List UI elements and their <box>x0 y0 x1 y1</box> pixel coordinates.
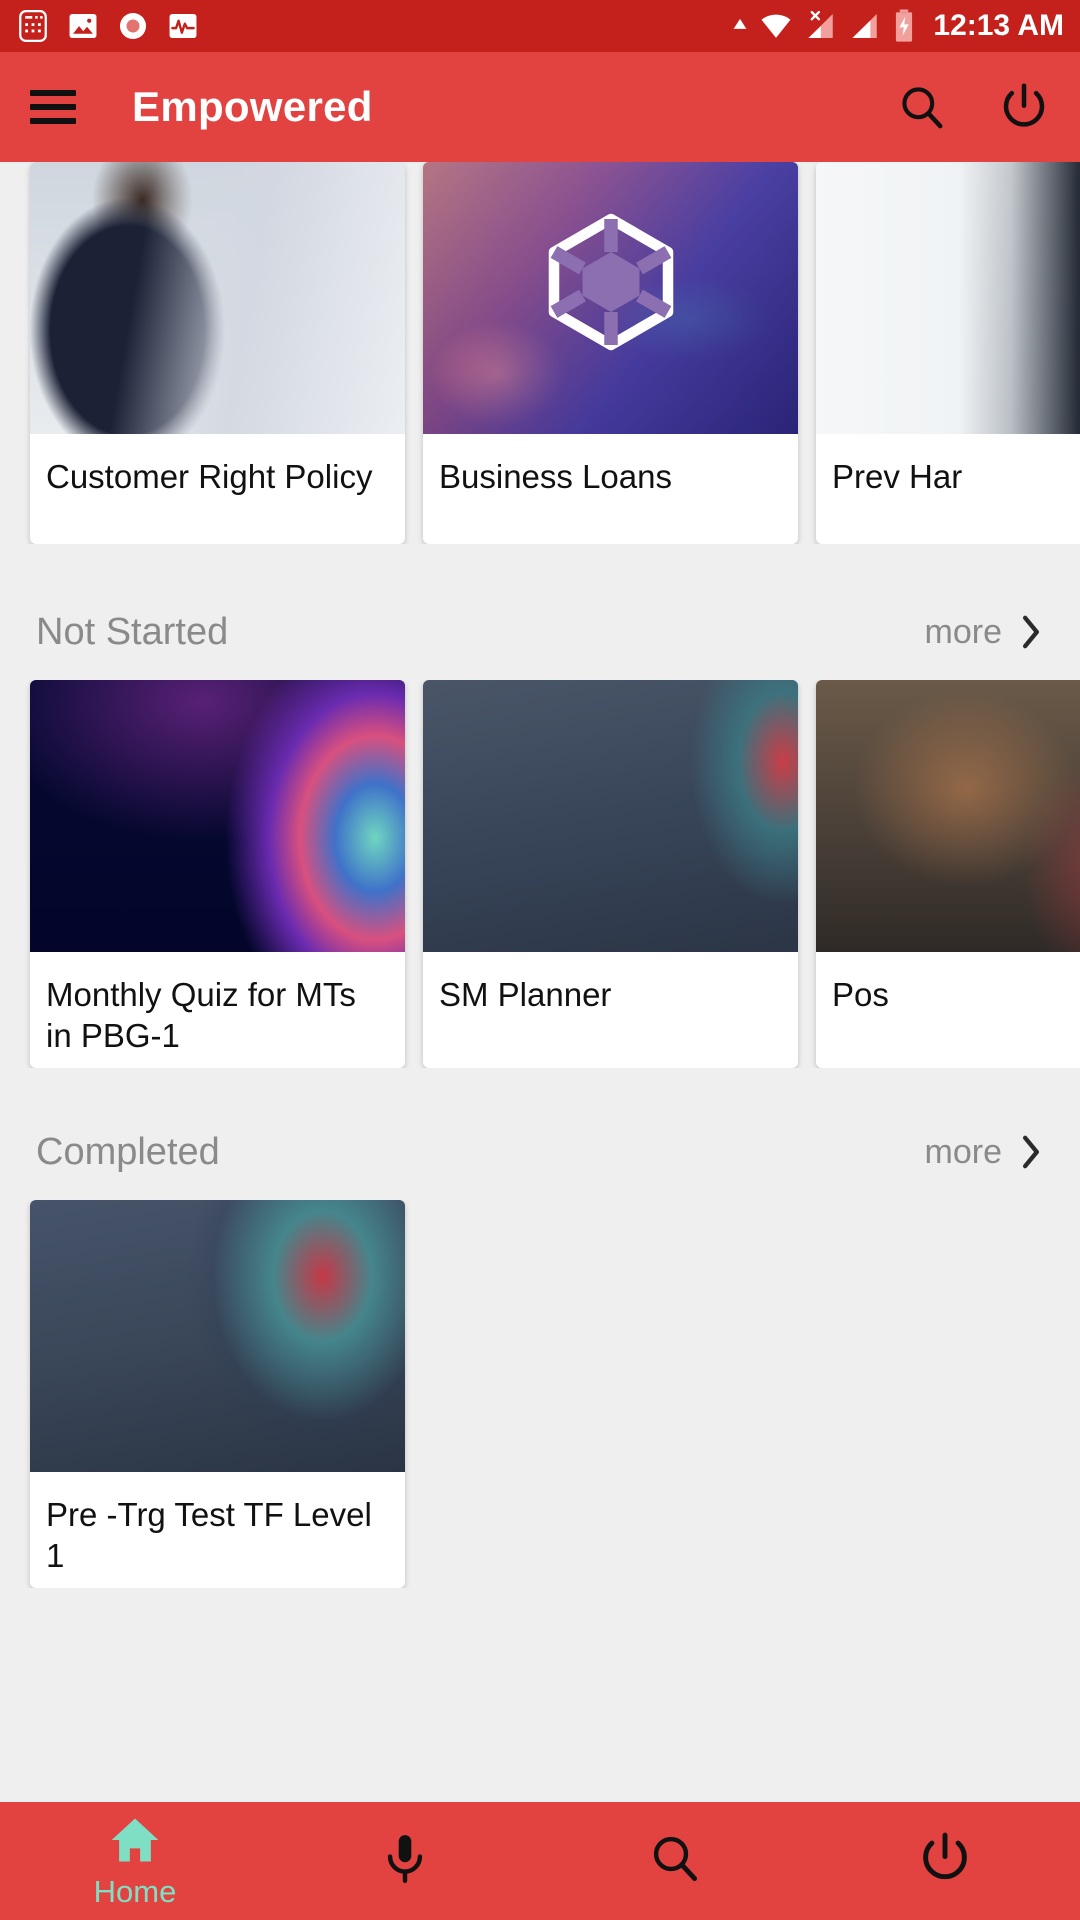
bottom-navigation-bar: Home <box>0 1802 1080 1920</box>
course-card[interactable]: Customer Right Policy <box>30 162 405 544</box>
status-bar-right-icons: 12:13 AM <box>731 8 1064 44</box>
course-thumbnail <box>30 162 405 434</box>
search-icon <box>653 1836 698 1881</box>
calculator-icon <box>19 9 47 43</box>
record-icon <box>119 12 147 40</box>
more-link-completed[interactable]: more <box>925 1132 1044 1172</box>
course-card[interactable]: Prev Har <box>816 162 1080 544</box>
course-card[interactable]: Pos <box>816 680 1080 1068</box>
unity-logo-icon <box>548 213 673 350</box>
microphone-icon <box>387 1835 423 1884</box>
course-title: Prev Har <box>832 458 963 495</box>
course-card[interactable]: Monthly Quiz for MTs in PBG-1 <box>30 680 405 1068</box>
nav-item-power[interactable] <box>810 1802 1080 1920</box>
app-bar-actions <box>896 81 1050 133</box>
wifi-icon <box>761 14 791 38</box>
course-thumbnail <box>816 680 1080 952</box>
course-title: SM Planner <box>439 976 612 1013</box>
signal-icon <box>852 13 878 39</box>
course-card[interactable]: SM Planner <box>423 680 798 1068</box>
status-bar-clock: 12:13 AM <box>933 9 1064 42</box>
more-link-not-started[interactable]: more <box>925 612 1044 652</box>
chevron-right-icon <box>1023 615 1039 649</box>
nav-item-home-label: Home <box>93 1874 177 1909</box>
search-icon[interactable] <box>896 81 948 133</box>
power-icon[interactable] <box>998 81 1050 133</box>
nav-item-search[interactable] <box>540 1802 810 1920</box>
chevron-right-icon <box>1023 1135 1039 1169</box>
more-label: more <box>924 612 1002 651</box>
more-label: more <box>924 1132 1002 1171</box>
course-title: Pos <box>832 976 889 1013</box>
battery-charging-icon <box>896 9 913 42</box>
course-title: Monthly Quiz for MTs in PBG-1 <box>46 976 356 1055</box>
gallery-icon <box>69 13 97 39</box>
main-content[interactable]: Customer Right Policy Business Loans Pre… <box>0 162 1080 1802</box>
no-sim-signal-icon <box>808 10 834 39</box>
hamburger-icon[interactable] <box>30 90 76 124</box>
nav-item-microphone[interactable] <box>270 1802 540 1920</box>
course-thumbnail <box>816 162 1080 434</box>
section-title: Completed <box>36 1130 220 1173</box>
power-icon <box>923 1832 967 1880</box>
up-triangle-icon <box>734 18 747 29</box>
card-row-completed[interactable]: Pre -Trg Test TF Level 1 <box>0 1200 1080 1588</box>
section-header-completed: Completed more <box>0 1104 1080 1200</box>
course-thumbnail <box>423 680 798 952</box>
status-bar-left-icons <box>16 9 200 43</box>
card-row-not-started[interactable]: Monthly Quiz for MTs in PBG-1 SM Planner… <box>0 680 1080 1068</box>
course-card[interactable]: Pre -Trg Test TF Level 1 <box>30 1200 405 1588</box>
section-header-not-started: Not Started more <box>0 584 1080 680</box>
course-thumbnail <box>30 680 405 952</box>
course-title: Customer Right Policy <box>46 458 373 495</box>
course-thumbnail <box>423 162 798 434</box>
course-thumbnail <box>30 1200 405 1472</box>
home-icon <box>111 1818 159 1862</box>
page-title: Empowered <box>132 83 373 130</box>
app-bar: Empowered <box>0 52 1080 162</box>
status-bar: 12:13 AM <box>0 0 1080 52</box>
card-row-in-progress[interactable]: Customer Right Policy Business Loans Pre… <box>0 162 1080 544</box>
pulse-icon <box>169 13 197 39</box>
course-title: Pre -Trg Test TF Level 1 <box>46 1496 372 1575</box>
course-card[interactable]: Business Loans <box>423 162 798 544</box>
course-title: Business Loans <box>439 458 672 495</box>
section-title: Not Started <box>36 610 229 653</box>
nav-item-home[interactable]: Home <box>0 1802 270 1920</box>
